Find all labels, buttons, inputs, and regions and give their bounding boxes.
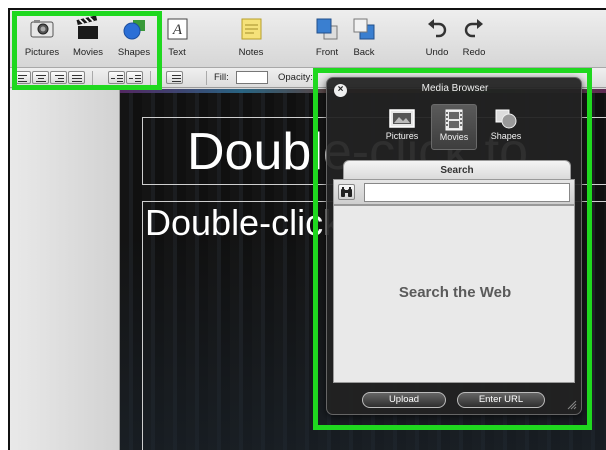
redo-button[interactable]: Redo xyxy=(450,16,498,58)
text-button[interactable]: A Text xyxy=(153,16,201,58)
search-the-web-message: Search the Web xyxy=(398,284,512,301)
enter-url-button[interactable]: Enter URL xyxy=(457,392,545,408)
camera-icon xyxy=(30,20,54,38)
justify-button[interactable] xyxy=(68,71,85,84)
search-tab[interactable]: Search xyxy=(343,160,571,180)
svg-text:A: A xyxy=(172,22,183,38)
increase-indent-button[interactable] xyxy=(126,71,143,84)
text-box-icon: A xyxy=(167,18,188,40)
slide-navigator[interactable] xyxy=(10,89,120,450)
shapes-icon xyxy=(495,109,517,129)
toolbar-label-text: Text xyxy=(168,47,186,58)
tab-pictures[interactable]: Pictures xyxy=(379,104,425,150)
toolbar-label-redo: Redo xyxy=(462,47,486,58)
binoculars-icon[interactable] xyxy=(338,184,355,200)
picture-frame-icon xyxy=(389,109,415,128)
decrease-indent-button[interactable] xyxy=(108,71,125,84)
shapes-button[interactable]: Shapes xyxy=(110,16,158,58)
bullet-list-button[interactable] xyxy=(166,71,183,84)
tab-shapes[interactable]: Shapes xyxy=(483,104,529,150)
pictures-button[interactable]: Pictures xyxy=(18,16,66,58)
align-left-button[interactable] xyxy=(14,71,31,84)
screen: Pictures Movies Shapes A Text Notes Fron… xyxy=(0,0,606,450)
shapes-icon xyxy=(123,20,145,40)
tab-shapes-label: Shapes xyxy=(490,131,522,141)
separator xyxy=(206,71,207,85)
upload-button[interactable]: Upload xyxy=(362,392,446,408)
fill-color-well[interactable] xyxy=(236,71,268,84)
fill-label: Fill: xyxy=(214,72,229,83)
tab-movies-label: Movies xyxy=(439,132,469,142)
sticky-note-icon xyxy=(241,18,262,40)
toolbar: Pictures Movies Shapes A Text Notes Fron… xyxy=(10,10,606,68)
separator xyxy=(92,71,93,85)
movies-button[interactable]: Movies xyxy=(64,16,112,58)
clapperboard-icon xyxy=(76,16,98,39)
search-input[interactable] xyxy=(364,183,570,202)
toolbar-label-notes: Notes xyxy=(238,47,264,58)
tab-pictures-label: Pictures xyxy=(385,131,419,141)
align-center-button[interactable] xyxy=(32,71,49,84)
resize-grip-icon[interactable] xyxy=(567,400,577,410)
search-row xyxy=(333,179,575,205)
separator xyxy=(150,71,151,85)
media-browser-panel: × Media Browser Pictures Movies Shapes S… xyxy=(326,77,582,415)
back-button[interactable]: Back xyxy=(340,16,388,58)
film-strip-icon xyxy=(445,109,463,131)
send-to-back-icon xyxy=(353,18,375,40)
media-browser-title: Media Browser xyxy=(421,83,489,94)
bring-to-front-icon xyxy=(316,18,338,40)
toolbar-label-back: Back xyxy=(353,47,375,58)
toolbar-label-pictures: Pictures xyxy=(24,47,60,58)
undo-arrow-icon xyxy=(428,19,447,38)
search-results-area: Search the Web xyxy=(333,205,575,383)
notes-button[interactable]: Notes xyxy=(227,16,275,58)
tab-movies[interactable]: Movies xyxy=(431,104,477,150)
toolbar-label-movies: Movies xyxy=(72,47,104,58)
redo-arrow-icon xyxy=(464,19,483,38)
align-right-button[interactable] xyxy=(50,71,67,84)
opacity-label: Opacity: xyxy=(278,72,313,83)
toolbar-label-shapes: Shapes xyxy=(117,47,151,58)
